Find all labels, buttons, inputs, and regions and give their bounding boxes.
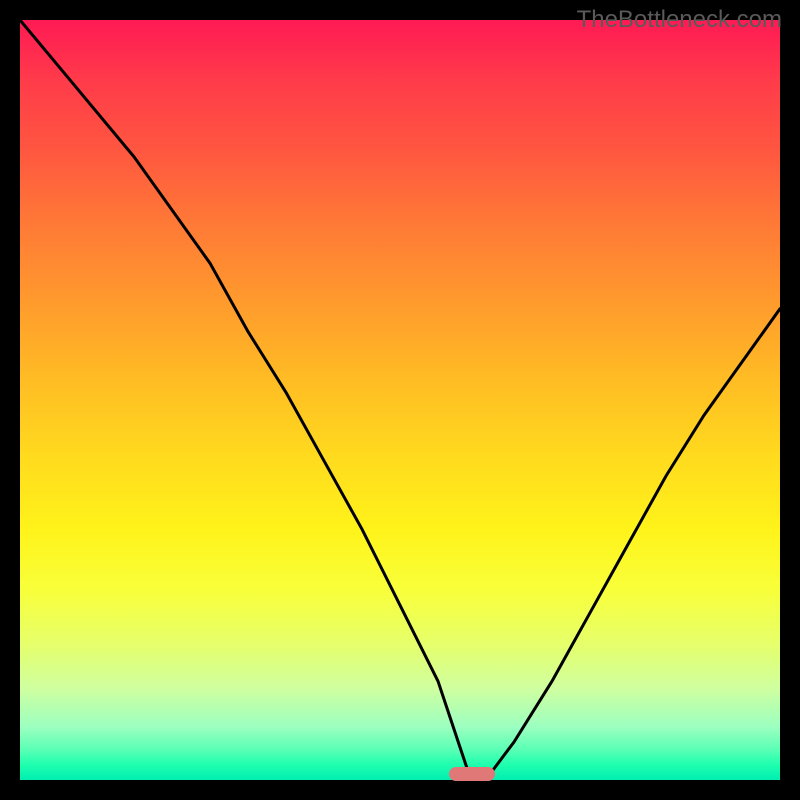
optimal-range-marker: [449, 767, 495, 781]
chart-container: TheBottleneck.com: [0, 0, 800, 800]
watermark-text: TheBottleneck.com: [577, 6, 782, 34]
curve-svg: [20, 20, 780, 780]
plot-area: [20, 20, 780, 780]
bottleneck-curve: [20, 20, 780, 780]
